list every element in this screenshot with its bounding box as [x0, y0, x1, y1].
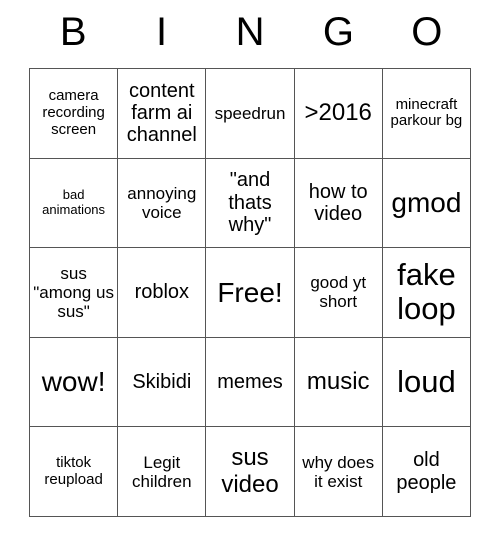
bingo-cell[interactable]: wow!: [30, 337, 119, 428]
bingo-cell-label: Skibidi: [132, 370, 192, 393]
bingo-cell-label: speedrun: [214, 103, 286, 123]
bingo-cell[interactable]: roblox: [118, 248, 207, 338]
bingo-cell[interactable]: good yt short: [294, 248, 383, 338]
bingo-cell-label: "and thats why": [228, 169, 272, 237]
bingo-cell[interactable]: old people: [382, 427, 472, 517]
bingo-cell[interactable]: fake loop: [382, 248, 472, 338]
bingo-cell[interactable]: music: [294, 337, 383, 428]
bingo-cell-label: >2016: [304, 98, 372, 126]
bingo-cell[interactable]: speedrun: [206, 69, 295, 159]
bingo-cell-label: annoying voice: [127, 183, 197, 222]
bingo-row: sus "among us sus" roblox Free! good yt …: [30, 248, 472, 338]
bingo-cell-label: wow!: [41, 366, 106, 398]
bingo-cell-label: Legit children: [132, 452, 192, 491]
bingo-cell-label: old people: [396, 449, 457, 494]
bingo-cell[interactable]: tiktok reupload: [30, 427, 119, 517]
bingo-cell-label: good yt short: [310, 273, 367, 312]
bingo-cell-label: how to video: [308, 180, 368, 225]
bingo-cell-label: fake loop: [397, 256, 456, 327]
bingo-cell[interactable]: content farm ai channel: [118, 69, 207, 159]
bingo-cell-label: memes: [217, 370, 283, 393]
bingo-cell-label: sus "among us sus": [33, 263, 114, 321]
bingo-cell-label: Free!: [217, 276, 283, 308]
bingo-cell-free[interactable]: Free!: [206, 248, 295, 338]
bingo-cell[interactable]: how to video: [294, 158, 383, 249]
bingo-cell-label: camera recording screen: [42, 87, 105, 138]
header-letter-g: G: [322, 10, 354, 54]
bingo-row: bad animations annoying voice "and thats…: [30, 158, 472, 249]
bingo-cell-label: why does it exist: [302, 452, 375, 491]
bingo-cell[interactable]: annoying voice: [118, 158, 207, 249]
bingo-cell[interactable]: camera recording screen: [30, 69, 119, 159]
bingo-cell-label: sus video: [221, 443, 279, 498]
bingo-cell[interactable]: sus video: [206, 427, 295, 517]
bingo-grid: camera recording screen content farm ai …: [29, 68, 472, 517]
bingo-cell[interactable]: memes: [206, 337, 295, 428]
bingo-row: wow! Skibidi memes music loud: [30, 337, 472, 428]
header-letter-o: O: [411, 10, 443, 54]
bingo-cell[interactable]: Skibidi: [118, 337, 207, 428]
bingo-row: camera recording screen content farm ai …: [30, 69, 472, 159]
bingo-cell[interactable]: "and thats why": [206, 158, 295, 249]
bingo-cell[interactable]: >2016: [294, 69, 383, 159]
bingo-cell[interactable]: sus "among us sus": [30, 248, 119, 338]
bingo-row: tiktok reupload Legit children sus video…: [30, 427, 472, 517]
bingo-cell[interactable]: why does it exist: [294, 427, 383, 517]
bingo-cell-label: gmod: [391, 187, 462, 219]
bingo-cell-label: bad animations: [42, 187, 106, 217]
bingo-cell[interactable]: bad animations: [30, 158, 119, 249]
bingo-cell[interactable]: gmod: [382, 158, 472, 249]
bingo-header-row: B I N G O: [29, 0, 471, 68]
header-letter-i: I: [156, 10, 168, 54]
header-letter-n: N: [235, 10, 265, 54]
bingo-cell[interactable]: minecraft parkour bg: [382, 69, 472, 159]
bingo-cell-label: loud: [397, 363, 456, 399]
bingo-cell-label: music: [306, 367, 370, 395]
bingo-cell-label: minecraft parkour bg: [390, 95, 463, 130]
bingo-cell-label: roblox: [134, 281, 190, 304]
bingo-cell-label: content farm ai channel: [126, 79, 197, 147]
bingo-cell-label: tiktok reupload: [44, 453, 103, 488]
bingo-cell[interactable]: loud: [382, 337, 472, 428]
bingo-card: B I N G O camera recording screen conten…: [29, 0, 472, 517]
bingo-cell[interactable]: Legit children: [118, 427, 207, 517]
header-letter-b: B: [59, 10, 87, 54]
